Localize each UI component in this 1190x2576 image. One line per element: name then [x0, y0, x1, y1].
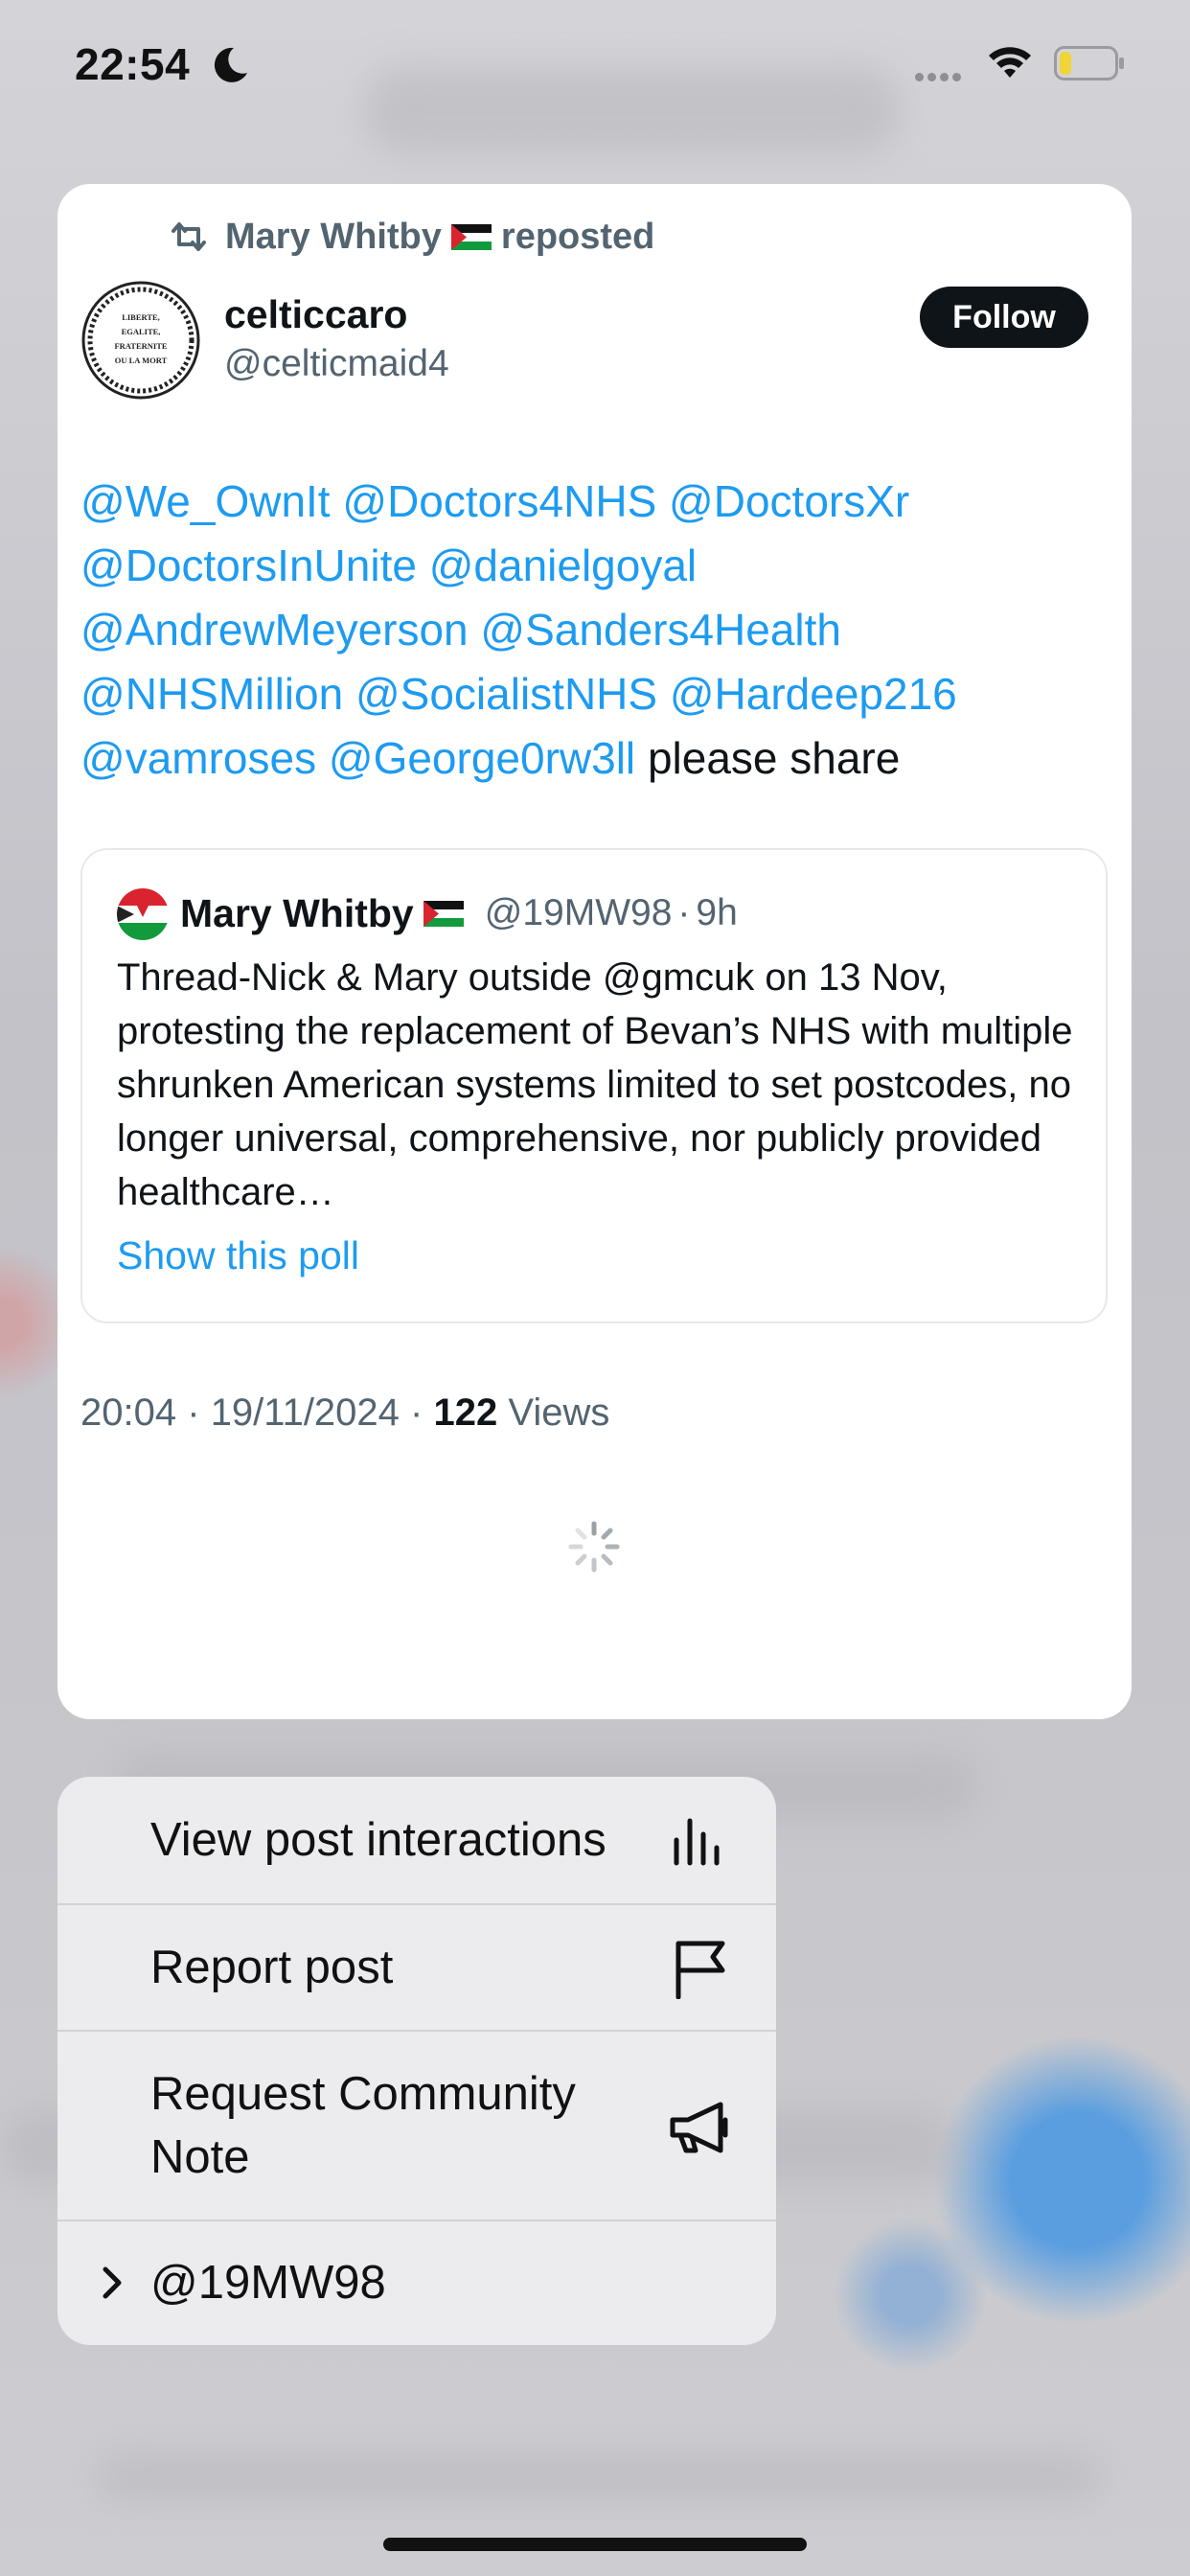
menu-item-view-interactions[interactable]: View post interactions [57, 1777, 776, 1903]
loading-spinner-icon [568, 1521, 620, 1573]
mention-link[interactable]: @NHSMillion [80, 669, 343, 719]
menu-item-label: @19MW98 [150, 2257, 386, 2309]
quoted-header: Mary Whitby @19MW98 · 9h [180, 885, 738, 942]
separator-dot: · [410, 1392, 423, 1434]
home-indicator[interactable] [383, 2538, 807, 2551]
menu-item-user-19mw98[interactable]: @19MW98 [57, 2221, 776, 2345]
avatar[interactable]: LIBERTE, EGALITE, FRATERNITE OU LA MORT [80, 280, 201, 401]
views-label: Views [508, 1392, 610, 1434]
quoted-post-text: Thread-Nick & Mary outside @gmcuk on 13 … [117, 956, 1073, 1213]
chevron-right-icon [103, 2266, 122, 2299]
menu-item-label: Report post [150, 1942, 394, 1993]
megaphone-icon [670, 2102, 728, 2153]
avatar-text-line: FRATERNITE [114, 341, 167, 351]
signal-dots-icon [915, 69, 965, 86]
context-menu: View post interactions Report post Reque… [57, 1777, 776, 2345]
mention-link[interactable]: @SocialistNHS [355, 669, 657, 719]
post-date: 19/11/2024 [210, 1392, 400, 1434]
quoted-post-age: 9h [696, 892, 738, 933]
status-time: 22:54 [75, 39, 191, 89]
display-name[interactable]: celticcaro [224, 292, 407, 337]
avatar-text-line: OU LA MORT [115, 356, 168, 365]
mention-link[interactable]: @George0rw3ll [329, 733, 635, 783]
menu-item-request-community-note[interactable]: Request Community Note [57, 2032, 776, 2220]
quoted-post[interactable]: Mary Whitby @19MW98 · 9h Thread-Nick & M… [80, 848, 1108, 1323]
battery-icon [1054, 46, 1124, 80]
quoted-avatar[interactable] [117, 888, 169, 940]
repost-suffix: reposted [500, 216, 655, 257]
post-text: @We_OwnIt @Doctors4NHS @DoctorsXr @Docto… [80, 470, 1096, 791]
follow-button[interactable]: Follow [920, 287, 1088, 348]
mention-link[interactable]: @We_OwnIt [80, 476, 331, 526]
palestine-flag-icon [450, 223, 492, 250]
mention-link[interactable]: @danielgoyal [429, 540, 697, 590]
menu-item-label: View post interactions [150, 1814, 606, 1866]
repost-icon [172, 222, 206, 251]
user-handle[interactable]: @celticmaid4 [224, 343, 449, 385]
repost-author[interactable]: Mary Whitby [225, 217, 442, 258]
palestine-flag-icon [423, 900, 464, 927]
quoted-author-handle[interactable]: @19MW98 [485, 892, 673, 934]
menu-item-label: Request Community Note [150, 2068, 576, 2183]
avatar-text-line: LIBERTE, [122, 312, 160, 322]
mention-link[interactable]: @DoctorsXr [669, 476, 909, 526]
post-time: 20:04 [80, 1392, 177, 1434]
mention-link[interactable]: @DoctorsInUnite [80, 540, 417, 590]
post-metadata: 20:04 · 19/11/2024 · 122 Views [80, 1392, 609, 1435]
wifi-icon [989, 47, 1031, 78]
post-preview-card[interactable]: Mary Whitby reposted LIBERTE, EGALITE, F… [57, 184, 1132, 1719]
mention-link[interactable]: @Doctors4NHS [342, 476, 656, 526]
repost-indicator: Mary Whitby reposted [168, 213, 654, 261]
menu-item-report-post[interactable]: Report post [57, 1905, 776, 2030]
moon-icon [214, 47, 247, 82]
mention-link[interactable]: @Hardeep216 [670, 669, 957, 719]
mention-link[interactable]: @AndrewMeyerson [80, 605, 469, 655]
mention-link[interactable]: @Sanders4Health [480, 605, 841, 655]
separator-dot: · [187, 1392, 200, 1434]
bar-chart-icon [674, 1818, 720, 1866]
mention-link[interactable]: @vamroses [80, 733, 316, 783]
post-text-tail: please share [647, 733, 901, 783]
separator-dot: · [677, 892, 691, 933]
views-count: 122 [433, 1392, 498, 1434]
quoted-author-name[interactable]: Mary Whitby [180, 891, 414, 936]
show-poll-link[interactable]: Show this poll [117, 1233, 359, 1278]
flag-icon [675, 1941, 725, 1999]
avatar-text-line: EGALITE, [122, 327, 161, 336]
